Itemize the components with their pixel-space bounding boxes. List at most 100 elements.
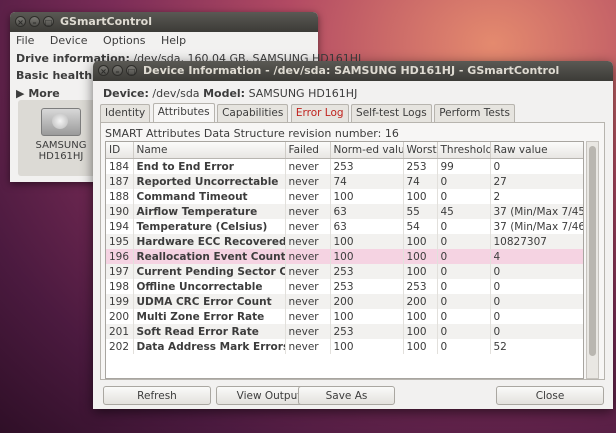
table-row[interactable]: 199 UDMA CRC Error Count never 200 200 0 0 <box>106 294 583 309</box>
cell-worst: 74 <box>403 174 438 189</box>
cell-id: 194 <box>106 219 134 234</box>
minimize-icon[interactable]: – <box>29 16 40 27</box>
tab-self-test-logs[interactable]: Self-test Logs <box>351 104 432 122</box>
table-row[interactable]: 187 Reported Uncorrectable never 74 74 0 27 <box>106 174 583 189</box>
cell-id: 187 <box>106 174 134 189</box>
cell-normed: 253 <box>330 158 404 174</box>
cell-id: 201 <box>106 324 134 339</box>
close-button[interactable]: Close <box>496 386 604 405</box>
menu-device[interactable]: Device <box>50 34 88 47</box>
refresh-button[interactable]: Refresh <box>103 386 211 405</box>
cell-failed: never <box>285 174 331 189</box>
scrollbar-thumb[interactable] <box>589 146 596 356</box>
table-row[interactable]: 201 Soft Read Error Rate never 253 100 0 0 <box>106 324 583 339</box>
cell-failed: never <box>285 309 331 324</box>
table-row[interactable]: 197Current Pending Sector Countnever2531… <box>106 264 583 279</box>
cell-raw: 37 (Min/Max 7/46) <box>490 219 583 234</box>
cell-raw: 0 <box>490 324 583 339</box>
cell-threshold: 0 <box>437 339 491 354</box>
column-header-worst[interactable]: Worst <box>403 142 438 159</box>
table-row[interactable]: 188 Command Timeout never 100 100 0 2 <box>106 189 583 204</box>
tab-identity[interactable]: Identity <box>100 104 151 122</box>
cell-normed: 63 <box>330 219 404 234</box>
column-header-id[interactable]: ID <box>106 142 134 159</box>
cell-raw: 0 <box>490 309 583 324</box>
cell-name: Multi Zone Error Rate <box>133 309 286 324</box>
cell-id: 190 <box>106 204 134 219</box>
cell-id: 199 <box>106 294 134 309</box>
cell-normed: 253 <box>330 279 404 294</box>
tab-error-log[interactable]: Error Log <box>290 104 349 122</box>
dialog-title: Device Information - /dev/sda: SAMSUNG H… <box>143 64 560 77</box>
minimize-icon[interactable]: – <box>112 65 123 76</box>
table-row[interactable]: 196 Reallocation Event Count never 100 100 0 4 <box>106 249 583 264</box>
main-titlebar[interactable]: × – □ GSmartControl <box>10 12 318 32</box>
column-header-raw[interactable]: Raw value <box>490 142 583 159</box>
drive-tile-model: HD161HJ <box>38 151 84 162</box>
cell-failed: never <box>285 158 331 174</box>
cell-id: 196 <box>106 249 134 264</box>
cell-threshold: 0 <box>437 249 491 264</box>
cell-raw: 52 <box>490 339 583 354</box>
cell-worst: 54 <box>403 219 438 234</box>
cell-name: Reallocation Event Count <box>133 249 286 264</box>
cell-worst: 200 <box>403 294 438 309</box>
table-row[interactable]: 200 Multi Zone Error Rate never 100 100 0 0 <box>106 309 583 324</box>
table-row[interactable]: 198 Offline Uncorrectable never 253 253 0 0 <box>106 279 583 294</box>
close-icon[interactable]: × <box>98 65 109 76</box>
column-header-failed[interactable]: Failed <box>285 142 331 159</box>
cell-failed: never <box>285 264 331 279</box>
save-as-button[interactable]: Save As <box>298 386 395 405</box>
tab-perform-tests[interactable]: Perform Tests <box>434 104 515 122</box>
attributes-table: ID Name Failed Norm-ed value Worst Thres… <box>106 142 583 354</box>
menu-options[interactable]: Options <box>103 34 145 47</box>
cell-worst: 100 <box>403 189 438 204</box>
table-row[interactable]: 195 Hardware ECC Recovered never 100 100 0 108… <box>106 234 583 249</box>
cell-threshold: 0 <box>437 234 491 249</box>
cell-threshold: 0 <box>437 219 491 234</box>
cell-failed: never <box>285 279 331 294</box>
menu-help[interactable]: Help <box>161 34 186 47</box>
column-header-threshold[interactable]: Threshold <box>437 142 491 159</box>
menu-file[interactable]: File <box>16 34 34 47</box>
model-value: SAMSUNG HD161HJ <box>248 87 358 100</box>
table-row[interactable]: 202 Data Address Mark Errors never 100 100 0 5… <box>106 339 583 354</box>
tab-attributes[interactable]: Attributes <box>152 103 215 123</box>
table-row[interactable]: 184 End to End Error never 253 253 99 0 <box>106 158 583 174</box>
table-row[interactable]: 194 Temperature (Celsius) never 63 54 0 37 (Mi… <box>106 219 583 234</box>
cell-id: 184 <box>106 158 134 174</box>
maximize-icon[interactable]: □ <box>43 16 54 27</box>
revision-text: SMART Attributes Data Structure revision… <box>105 127 399 140</box>
tab-capabilities[interactable]: Capabilities <box>217 104 289 122</box>
table-scrollbar[interactable] <box>586 141 599 379</box>
device-info-dialog: × – □ Device Information - /dev/sda: SAM… <box>93 61 613 409</box>
cell-worst: 100 <box>403 234 438 249</box>
attributes-table-container: ID Name Failed Norm-ed value Worst Thres… <box>105 141 584 379</box>
cell-worst: 100 <box>403 264 438 279</box>
cell-worst: 100 <box>403 249 438 264</box>
dialog-titlebar[interactable]: × – □ Device Information - /dev/sda: SAM… <box>93 61 613 81</box>
maximize-icon[interactable]: □ <box>126 65 137 76</box>
column-header-normed[interactable]: Norm-ed value <box>330 142 404 159</box>
cell-threshold: 0 <box>437 264 491 279</box>
cell-worst: 253 <box>403 158 438 174</box>
close-icon[interactable]: × <box>15 16 26 27</box>
cell-id: 195 <box>106 234 134 249</box>
cell-normed: 100 <box>330 309 404 324</box>
cell-id: 198 <box>106 279 134 294</box>
cell-normed: 63 <box>330 204 404 219</box>
cell-threshold: 45 <box>437 204 491 219</box>
cell-raw: 4 <box>490 249 583 264</box>
table-row[interactable]: 190 Airflow Temperature never 63 55 45 37 (Min… <box>106 204 583 219</box>
drive-tile[interactable]: SAMSUNG HD161HJ <box>18 100 104 176</box>
expander-arrow-icon: ▶ <box>16 87 25 100</box>
column-header-name[interactable]: Name <box>133 142 286 159</box>
cell-name: Soft Read Error Rate <box>133 324 286 339</box>
cell-normed: 253 <box>330 264 404 279</box>
table-header: ID Name Failed Norm-ed value Worst Thres… <box>106 142 583 159</box>
cell-name: Data Address Mark Errors <box>133 339 286 354</box>
cell-threshold: 0 <box>437 279 491 294</box>
cell-name: Temperature (Celsius) <box>133 219 286 234</box>
cell-threshold: 0 <box>437 309 491 324</box>
cell-id: 197 <box>106 264 134 279</box>
